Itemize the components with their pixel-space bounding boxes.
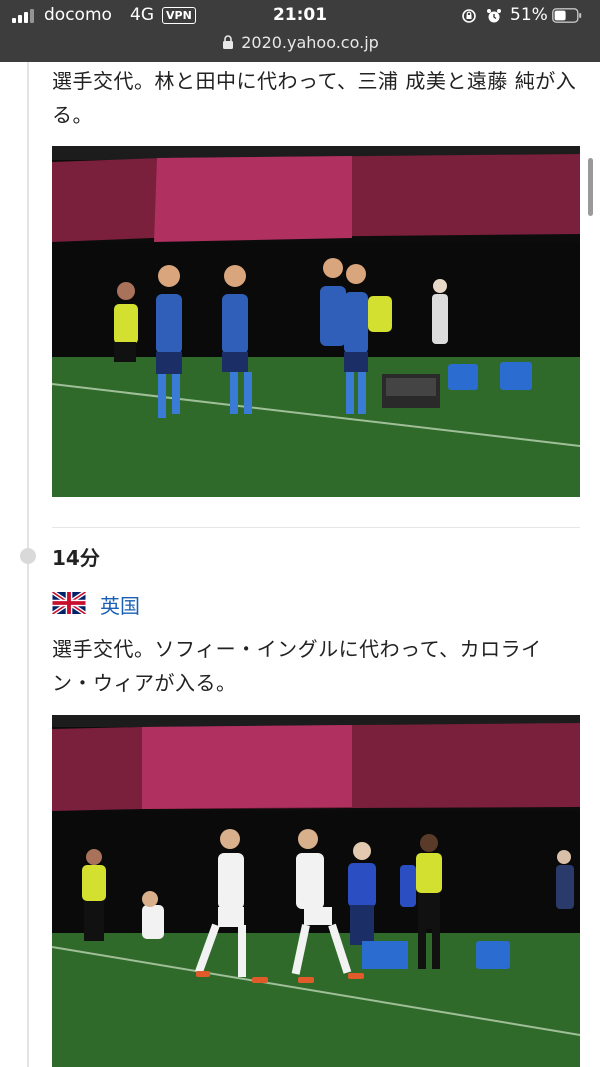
- battery-icon: [552, 8, 582, 23]
- status-bar: docomo 4G VPN 21:01 51%: [0, 0, 600, 34]
- entry-text: 選手交代。林と田中に代わって、三浦 成美と遠藤 純が入る。: [52, 69, 577, 127]
- browser-top-bar: docomo 4G VPN 21:01 51% 2020.yahoo.co.jp: [0, 0, 600, 62]
- address-bar[interactable]: 2020.yahoo.co.jp: [0, 33, 600, 52]
- scrollbar[interactable]: [588, 158, 593, 216]
- uk-flag-icon: [52, 592, 86, 614]
- match-photo: [52, 715, 580, 1067]
- entry-text: 選手交代。ソフィー・イングルに代わって、カロライン・ウィアが入る。: [52, 637, 542, 695]
- alarm-icon: [487, 9, 501, 23]
- team-link[interactable]: 英国: [100, 590, 140, 619]
- rotation-lock-icon: [462, 9, 476, 23]
- battery-percent: 51%: [510, 5, 548, 25]
- timeline-marker: [20, 548, 36, 564]
- url-text: 2020.yahoo.co.jp: [241, 33, 379, 52]
- lock-icon: [223, 35, 234, 49]
- minute-label: 14分: [52, 546, 100, 570]
- entry-divider: [52, 527, 580, 528]
- match-photo: [52, 146, 580, 497]
- timeline-rail: [27, 62, 29, 1067]
